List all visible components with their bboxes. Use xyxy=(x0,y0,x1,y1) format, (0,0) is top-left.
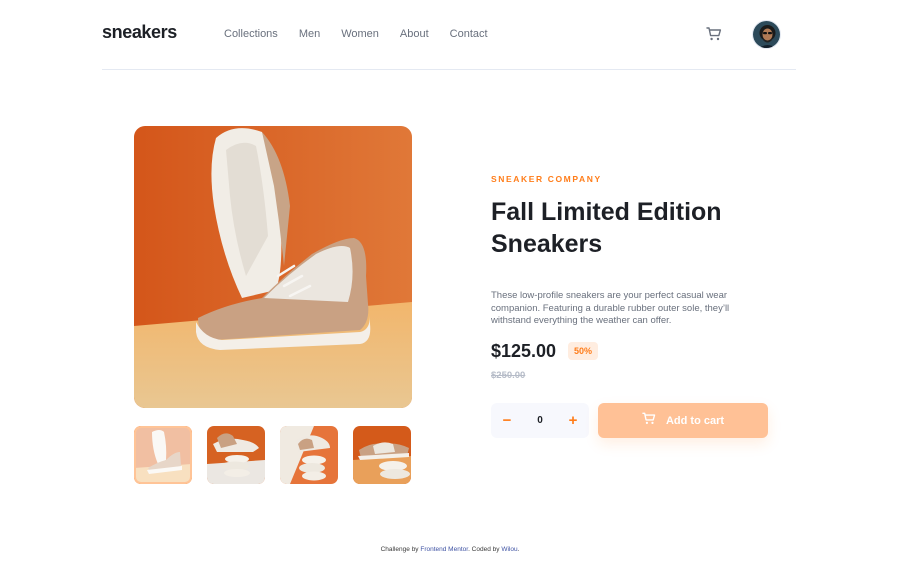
main-nav: Collections Men Women About Contact xyxy=(224,28,488,40)
footer-middle: . Coded by xyxy=(468,546,502,553)
discount-badge: 50% xyxy=(568,342,598,360)
nav-link-collections[interactable]: Collections xyxy=(224,28,278,40)
product-thumbnail-3[interactable] xyxy=(280,426,338,484)
nav-link-men[interactable]: Men xyxy=(299,28,320,40)
original-price: $250.00 xyxy=(491,370,526,381)
attribution-footer: Challenge by Frontend Mentor. Coded by W… xyxy=(0,546,900,553)
cart-icon xyxy=(642,412,656,430)
frontend-mentor-link[interactable]: Frontend Mentor xyxy=(420,546,468,553)
company-label: SNEAKER COMPANY xyxy=(491,174,602,184)
footer-suffix: . xyxy=(517,546,520,553)
cart-icon[interactable] xyxy=(706,26,722,42)
increase-quantity-button[interactable]: + xyxy=(559,403,587,438)
product-thumbnail-2[interactable] xyxy=(207,426,265,484)
footer-prefix: Challenge by xyxy=(380,546,421,553)
site-header: sneakers Collections Men Women About Con… xyxy=(102,0,796,70)
decrease-quantity-button[interactable]: − xyxy=(493,403,521,438)
product-main-image[interactable] xyxy=(134,126,412,408)
current-price: $125.00 xyxy=(491,341,557,361)
nav-link-women[interactable]: Women xyxy=(341,28,379,40)
add-to-cart-button[interactable]: Add to cart xyxy=(598,403,768,438)
quantity-stepper: − 0 + xyxy=(491,403,589,438)
quantity-value: 0 xyxy=(537,415,543,426)
logo[interactable]: sneakers xyxy=(102,22,177,43)
product-description: These low-profile sneakers are your perf… xyxy=(491,290,730,326)
user-avatar[interactable] xyxy=(752,20,781,49)
product-thumbnail-1[interactable] xyxy=(134,426,192,484)
product-thumbnail-4[interactable] xyxy=(353,426,411,484)
nav-link-about[interactable]: About xyxy=(400,28,429,40)
product-title: Fall Limited Edition Sneakers xyxy=(491,198,722,258)
author-link[interactable]: Wilou xyxy=(501,546,517,553)
nav-link-contact[interactable]: Contact xyxy=(450,28,488,40)
thumbnail-strip xyxy=(134,426,411,484)
add-to-cart-label: Add to cart xyxy=(665,414,725,427)
